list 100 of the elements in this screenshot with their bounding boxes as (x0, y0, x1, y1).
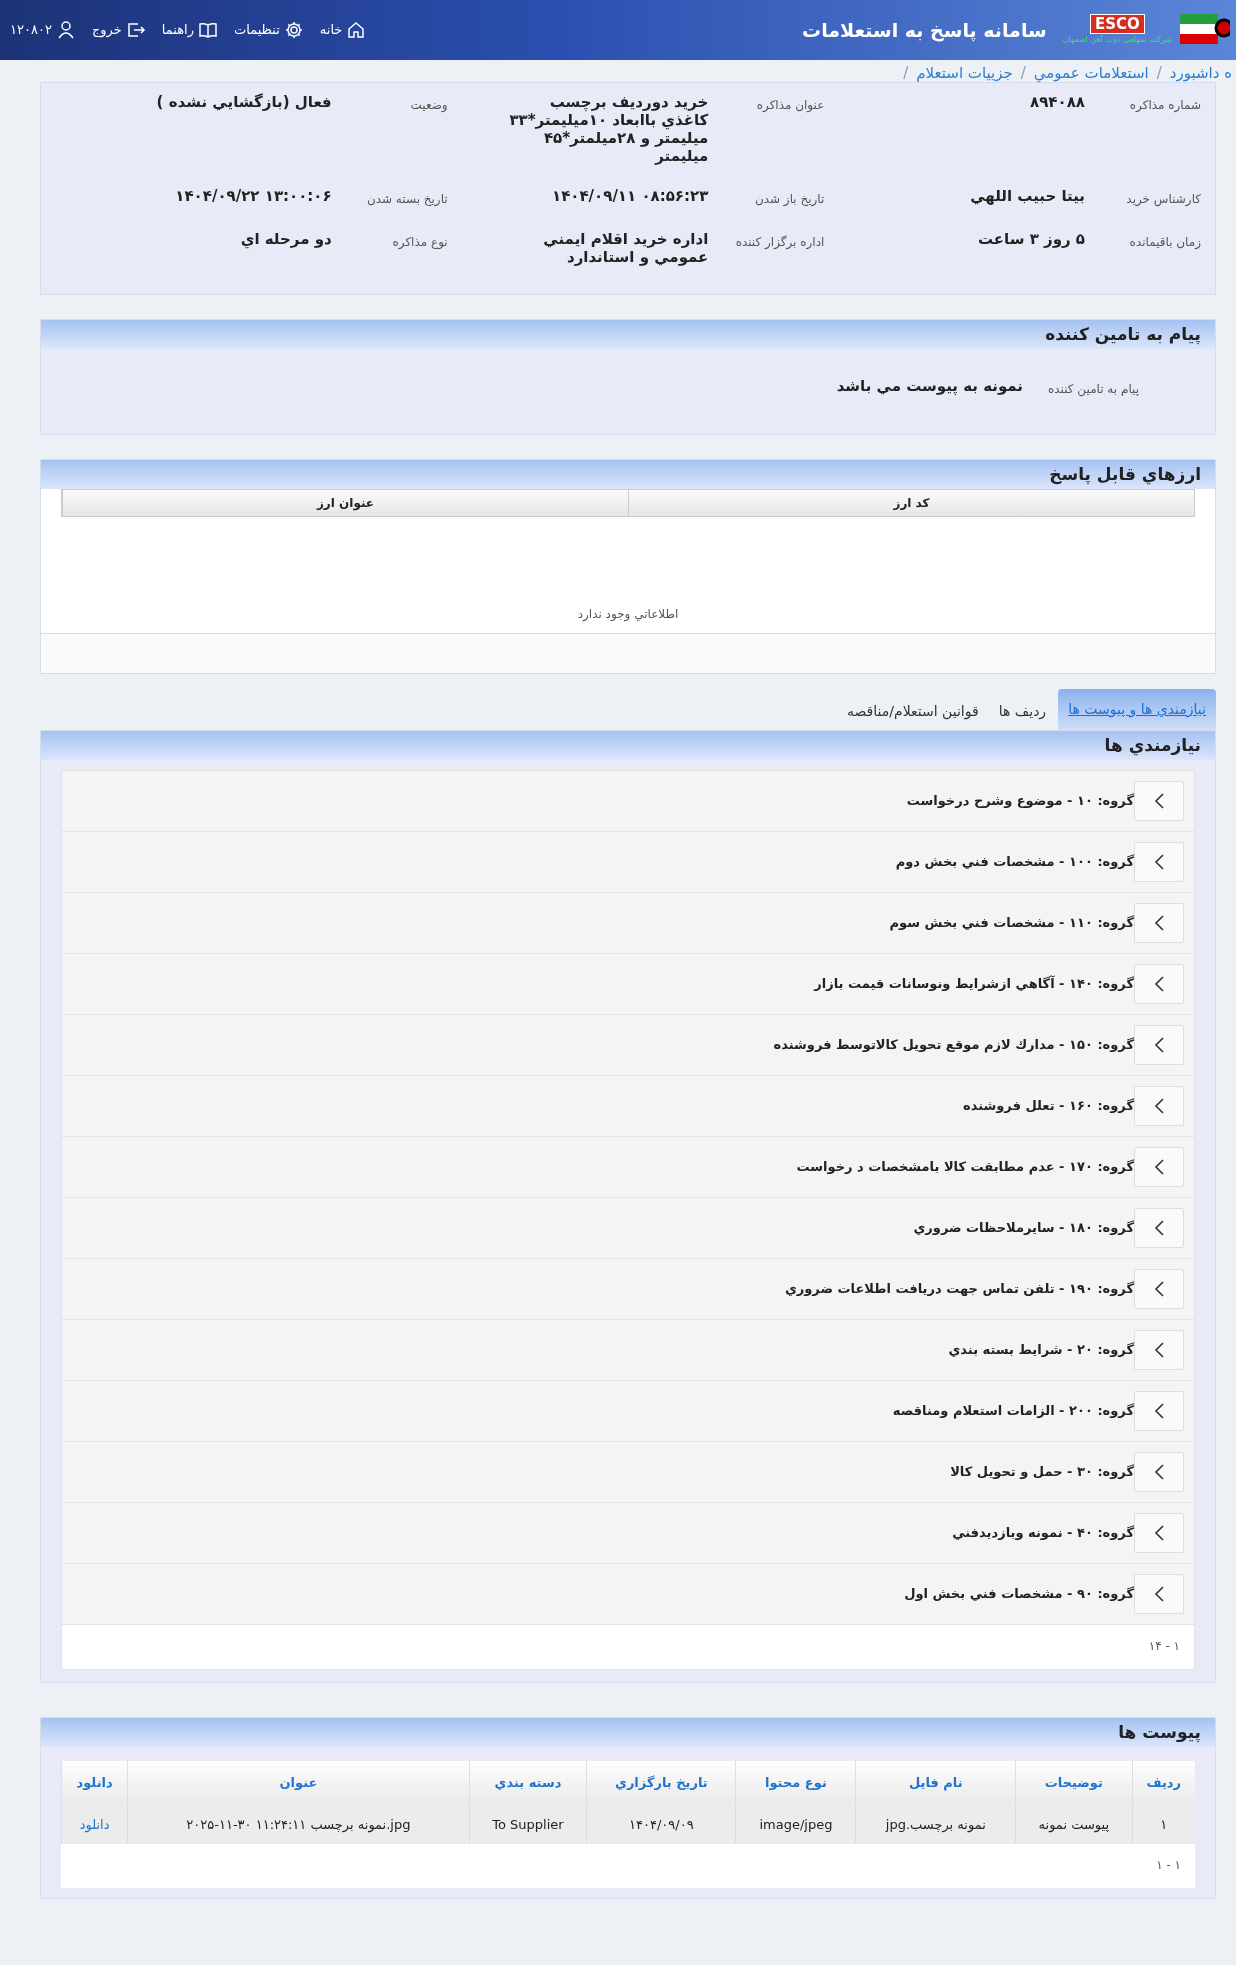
expand-button[interactable] (1134, 1086, 1184, 1126)
nav-link[interactable]: راهنما (161, 20, 218, 40)
expand-button[interactable] (1134, 1330, 1184, 1370)
chevron-left-icon (1153, 1280, 1165, 1298)
table-cell: image/jpeg (735, 1804, 856, 1844)
chevron-left-icon (1153, 1341, 1165, 1359)
nav-link[interactable]: خروج (91, 20, 146, 40)
pagination-text: ۱ - ۱۴ (1148, 1639, 1180, 1653)
logout-icon (125, 20, 146, 40)
expand-button[interactable] (1134, 1208, 1184, 1248)
expand-button[interactable] (1134, 781, 1184, 821)
nav-link[interactable]: تنظيمات (233, 20, 304, 40)
column-header: عنوان ارز (62, 490, 628, 516)
field-label: تاريخ بسته شدن (365, 191, 448, 208)
field-value: نمونه به پيوست مي باشد (836, 377, 1023, 398)
breadcrumb-link[interactable]: ه داشبورد (1169, 62, 1232, 82)
home-icon (346, 20, 367, 40)
group-title: گروه: ۱۵۰ - مدارك لازم موقع تحويل كالاتوسط فروشنده (773, 1036, 1134, 1055)
nav-link[interactable]: ۱۲۰۸۰۲ (10, 20, 76, 40)
user-icon (55, 20, 76, 40)
field-value: ۵ روز ۳ ساعت (977, 230, 1085, 250)
expand-button[interactable] (1134, 1513, 1184, 1553)
download-link[interactable]: دانلود (79, 1816, 110, 1832)
field-label: نوع مذاكره (391, 234, 448, 251)
tab[interactable]: رديف ها (990, 693, 1055, 730)
group-title: گروه: ۱۱۰ - مشخصات فني بخش سوم (889, 914, 1134, 933)
group-title: گروه: ۱۰ - موضوع وشرح درخواست (906, 792, 1134, 811)
column-header: تاريخ بارگزاري (586, 1761, 736, 1805)
table-cell: ۱۴۰۴/۰۹/۰۹ (586, 1804, 736, 1844)
expand-button[interactable] (1134, 964, 1184, 1004)
app-title: سامانه پاسخ به استعلامات (802, 17, 1047, 44)
field-label: اداره برگزار كننده (734, 234, 825, 252)
breadcrumb-link[interactable]: استعلامات عمومي (1033, 62, 1149, 82)
breadcrumb-separator: / (1020, 63, 1026, 82)
field-value: خريد دورديف برچسب كاغذي باابعاد ۱۰ميليمتر*۳۳ ميليمتر و ۲۸ميلمتر*۴۵ ميليمتر (508, 93, 709, 165)
table-cell: To Supplier (469, 1804, 587, 1844)
chevron-left-icon (1153, 1036, 1165, 1054)
field-value: اداره خريد اقلام ايمني عمومي و استاندارد (542, 230, 709, 266)
column-header: رديف (1132, 1761, 1195, 1805)
column-header: نام فايل (855, 1761, 1016, 1805)
field-value: بيتا حبيب اللهي (970, 187, 1085, 207)
chevron-left-icon (1153, 792, 1165, 810)
column-header: كد ارز (628, 490, 1194, 516)
column-header: نوع محتوا (735, 1761, 856, 1805)
group-title: گروه: ۲۰۰ - الزامات استعلام ومناقصه (892, 1402, 1134, 1421)
expand-button[interactable] (1134, 842, 1184, 882)
field-value: دو مرحله اي (240, 230, 332, 251)
company-name: شرکت سهامی ذوب آهن اصفهان (1062, 34, 1172, 46)
breadcrumb-separator: / (1156, 63, 1162, 82)
group-title: گروه: ۳۰ - حمل و تحويل كالا (950, 1463, 1134, 1482)
group-title: گروه: ۱۰۰ - مشخصات فني بخش دوم (895, 853, 1134, 872)
field-value: ۱۴۰۴/۰۹/۱۱ ۰۸:۵۶:۲۳ (552, 187, 709, 207)
group-title: گروه: ۱۶۰ - تعلل فروشنده (963, 1097, 1134, 1116)
chevron-left-icon (1153, 1524, 1165, 1542)
field-label: كارشناس خريد (1125, 191, 1201, 208)
field-label: وضعيت (409, 97, 448, 114)
chevron-left-icon (1153, 1158, 1165, 1176)
panel-title: ارزهاي قابل پاسخ (41, 460, 1215, 489)
chevron-left-icon (1153, 853, 1165, 871)
field-value: ۸۹۴۰۸۸ (1030, 93, 1085, 113)
chevron-left-icon (1153, 914, 1165, 932)
table-cell: پيوست نمونه (1015, 1804, 1132, 1844)
expand-button[interactable] (1134, 1391, 1184, 1431)
field-label: پيام به تامين كننده (1047, 381, 1139, 398)
field-label: عنوان مذاكره (755, 97, 825, 114)
panel-title: پيام به تامين كننده (41, 320, 1215, 349)
expand-button[interactable] (1134, 1269, 1184, 1309)
brand-logo: ESCO (1089, 14, 1145, 34)
pagination-text: ۱ - ۱ (1156, 1858, 1181, 1872)
expand-button[interactable] (1134, 1574, 1184, 1614)
group-title: گروه: ۱۸۰ - سايرملاحظات ضروري (913, 1219, 1134, 1238)
column-header: دسته بندي (469, 1761, 587, 1805)
expand-button[interactable] (1134, 1452, 1184, 1492)
expand-button[interactable] (1134, 903, 1184, 943)
expand-button[interactable] (1134, 1147, 1184, 1187)
chevron-left-icon (1153, 1402, 1165, 1420)
settings-icon (283, 20, 304, 40)
table-cell: ۲۰۲۵-۱۱-۳۰ ۱۱:۲۴:۱۱ نمونه برچسب.jpg (127, 1804, 470, 1844)
chevron-left-icon (1153, 1585, 1165, 1603)
column-header: دانلود (61, 1761, 128, 1805)
field-value: ۱۴۰۴/۰۹/۲۲ ۱۳:۰۰:۰۶ (175, 187, 332, 207)
breadcrumb-separator: / (903, 63, 909, 82)
breadcrumb-link[interactable]: جزييات استعلام (916, 62, 1013, 82)
book-icon (197, 20, 218, 40)
expand-button[interactable] (1134, 1025, 1184, 1065)
group-title: گروه: ۹۰ - مشخصات فني بخش اول (904, 1585, 1134, 1604)
chevron-left-icon (1153, 1219, 1165, 1237)
group-title: گروه: ۴۰ - نمونه وبازديدفني (952, 1524, 1134, 1543)
column-header: توضيحات (1015, 1761, 1132, 1805)
nav-link[interactable]: خانه (319, 20, 367, 40)
empty-message: اطلاعاتي وجود ندارد (577, 606, 679, 623)
field-value: فعال (بازگشايي نشده ) (156, 93, 332, 113)
panel-title: پيوست ها (41, 1718, 1215, 1747)
table-cell: ۱ (1132, 1804, 1195, 1844)
chevron-left-icon (1153, 975, 1165, 993)
chevron-left-icon (1153, 1097, 1165, 1115)
group-title: گروه: ۱۴۰ - آگاهي ازشرايط ونوسانات قيمت بازار (814, 974, 1134, 994)
tab[interactable]: قوانين استعلام/مناقصه (838, 693, 987, 730)
field-label: تاريخ باز شدن (753, 191, 825, 208)
group-title: گروه: ۲۰ - شرايط بسته بندي (948, 1341, 1134, 1360)
